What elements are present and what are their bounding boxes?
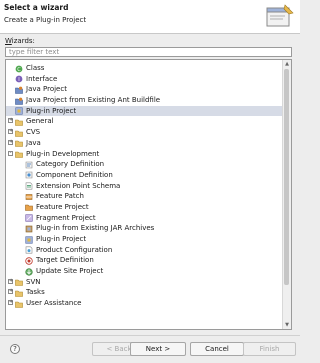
schema-icon	[25, 182, 33, 190]
tree-row-java-project-from-existing-ant-buildfile[interactable]: Java Project from Existing Ant Buildfile	[6, 95, 284, 106]
tree-row-label: Target Definition	[36, 256, 94, 265]
tree-row-component-definition[interactable]: Component Definition	[6, 170, 284, 181]
tree-row-plug-in-development[interactable]: - Plug-in Development	[6, 149, 284, 160]
tree-row-plug-in-project[interactable]: Plug-in Project	[6, 234, 284, 245]
feature-patch-icon	[25, 193, 33, 200]
help-icon[interactable]: ?	[10, 344, 20, 354]
tree-row-label: Java	[26, 138, 41, 147]
tree-row-fragment-project[interactable]: Fragment Project	[6, 213, 284, 224]
tree-row-label: SVN	[26, 277, 41, 286]
tree-row-tasks[interactable]: + Tasks	[6, 287, 284, 298]
java-project-icon	[15, 86, 23, 94]
tree-row-label: Product Configuration	[36, 245, 113, 254]
tree-row-label: Interface	[26, 74, 58, 83]
folder-icon	[15, 130, 23, 137]
interface-icon: I	[15, 75, 23, 83]
collapse-icon[interactable]: -	[8, 150, 13, 156]
tree-row-label: Plug-in from Existing JAR Archives	[36, 224, 155, 233]
target-definition-icon	[25, 257, 33, 265]
tree-row-class[interactable]: C Class	[6, 63, 284, 74]
tree-row-label: CVS	[26, 128, 41, 137]
tree-row-interface[interactable]: I Interface	[6, 74, 284, 85]
svg-text:I: I	[18, 77, 19, 83]
tree-row-user-assistance[interactable]: + User Assistance	[6, 298, 284, 309]
tree-row-plug-in-project[interactable]: Plug-in Project	[6, 105, 284, 117]
tree-row-label: Plug-in Project	[26, 106, 77, 115]
folder-icon	[15, 290, 23, 297]
wizard-tree-rows: C Class I Interface Java Project Java Project…	[6, 63, 284, 309]
wizard-tree[interactable]: C Class I Interface Java Project Java Project…	[5, 59, 292, 330]
tree-row-label: Component Definition	[36, 170, 113, 179]
tree-row-label: Fragment Project	[36, 213, 96, 222]
tree-row-label: Class	[26, 64, 45, 72]
scrollbar-thumb[interactable]	[284, 69, 289, 285]
tree-row-svn[interactable]: + SVN	[6, 277, 284, 288]
folder-icon	[15, 141, 23, 148]
scroll-down-arrow-icon[interactable]: ▼	[283, 321, 291, 329]
tree-row-feature-project[interactable]: Feature Project	[6, 202, 284, 213]
tree-row-extension-point-schema[interactable]: Extension Point Schema	[6, 181, 284, 192]
new-wizard-banner-icon	[266, 4, 294, 27]
jar-plugin-icon	[25, 225, 33, 233]
expand-icon[interactable]: +	[8, 139, 13, 145]
expand-icon[interactable]: +	[8, 278, 13, 284]
update-site-icon	[25, 267, 33, 276]
class-icon: C	[15, 65, 23, 73]
expand-icon[interactable]: +	[8, 300, 13, 306]
svg-text:C: C	[17, 67, 21, 73]
tree-row-label: Feature Patch	[36, 192, 84, 201]
filter-input[interactable]	[5, 47, 292, 57]
category-definition-icon	[25, 161, 33, 168]
wizard-subtitle: Create a Plug-in Project	[4, 16, 87, 24]
cancel-button[interactable]: Cancel	[190, 342, 244, 356]
tree-row-label: Plug-in Project	[36, 235, 87, 243]
wizard-header: Select a wizard Create a Plug-in Project	[0, 0, 300, 34]
tree-row-label: Java Project	[26, 85, 67, 94]
tree-row-category-definition[interactable]: Category Definition	[6, 159, 284, 170]
product-configuration-icon	[25, 246, 33, 254]
component-definition-icon	[25, 172, 33, 179]
tree-row-java[interactable]: + Java	[6, 138, 284, 149]
tree-row-label: Update Site Project	[36, 267, 104, 276]
folder-icon	[15, 279, 23, 287]
wizards-label: Wizards:	[5, 37, 35, 45]
tree-row-cvs[interactable]: + CVS	[6, 127, 284, 138]
plugin-project-icon	[25, 235, 33, 244]
next-button[interactable]: Next >	[130, 342, 186, 356]
vertical-scrollbar[interactable]: ▲ ▼	[282, 60, 291, 329]
fragment-project-icon	[25, 214, 33, 222]
folder-icon	[15, 301, 23, 308]
scroll-up-arrow-icon[interactable]: ▲	[283, 60, 291, 68]
tree-row-plug-in-from-existing-jar-archives[interactable]: Plug-in from Existing JAR Archives	[6, 223, 284, 234]
tree-row-feature-patch[interactable]: Feature Patch	[6, 191, 284, 202]
expand-icon[interactable]: +	[8, 118, 13, 124]
folder-icon	[15, 151, 23, 158]
expand-icon[interactable]: +	[8, 129, 13, 135]
feature-project-icon	[25, 205, 33, 212]
tree-row-label: Extension Point Schema	[36, 181, 121, 190]
tree-row-label: Category Definition	[36, 160, 105, 169]
tree-row-label: General	[26, 117, 54, 126]
java-project-icon	[15, 97, 23, 105]
tree-row-label: Java Project from Existing Ant Buildfile	[26, 96, 161, 105]
expand-icon[interactable]: +	[8, 289, 13, 295]
tree-row-general[interactable]: + General	[6, 116, 284, 127]
tree-row-label: Tasks	[26, 288, 45, 297]
tree-row-java-project[interactable]: Java Project	[6, 84, 284, 95]
tree-row-update-site-project[interactable]: Update Site Project	[6, 266, 284, 277]
folder-icon	[15, 119, 23, 126]
wizard-title: Select a wizard	[4, 3, 69, 12]
tree-row-target-definition[interactable]: Target Definition	[6, 255, 284, 266]
finish-button[interactable]: Finish	[243, 342, 296, 356]
tree-row-label: User Assistance	[26, 299, 82, 308]
tree-row-label: Plug-in Development	[26, 149, 100, 158]
tree-row-label: Feature Project	[36, 202, 89, 211]
footer-separator	[0, 335, 300, 336]
plugin-project-icon	[15, 107, 23, 115]
tree-row-product-configuration[interactable]: Product Configuration	[6, 245, 284, 256]
